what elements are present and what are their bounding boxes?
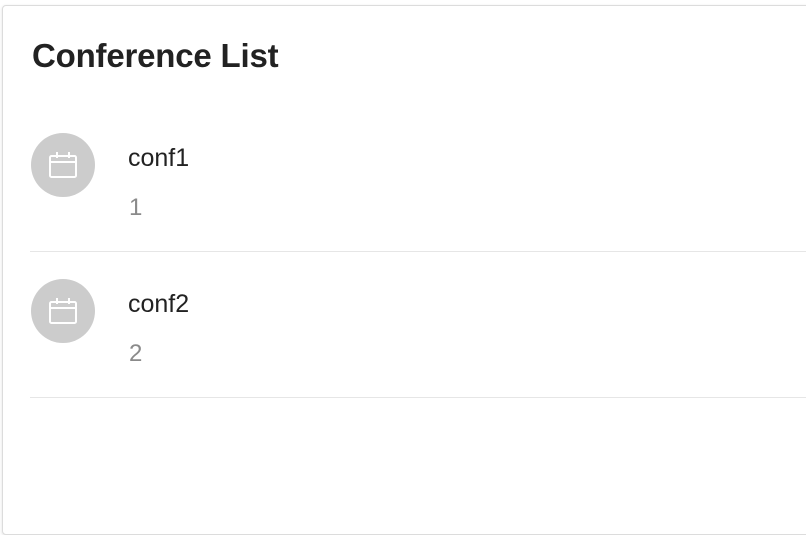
calendar-avatar [31,133,95,197]
conference-list: conf1 1 conf2 2 [30,106,806,398]
page-title: Conference List [32,37,279,74]
conference-name: conf2 [128,290,190,318]
calendar-icon [49,298,77,324]
conference-list-card: Conference List conf1 1 conf2 2 [2,5,806,535]
conference-id: 2 [129,340,143,367]
calendar-avatar [31,279,95,343]
list-item-conf2[interactable]: conf2 2 [30,252,806,398]
list-item-conf1[interactable]: conf1 1 [30,106,806,252]
conference-name: conf1 [128,144,190,172]
calendar-icon [49,152,77,178]
conference-id: 1 [129,194,143,221]
